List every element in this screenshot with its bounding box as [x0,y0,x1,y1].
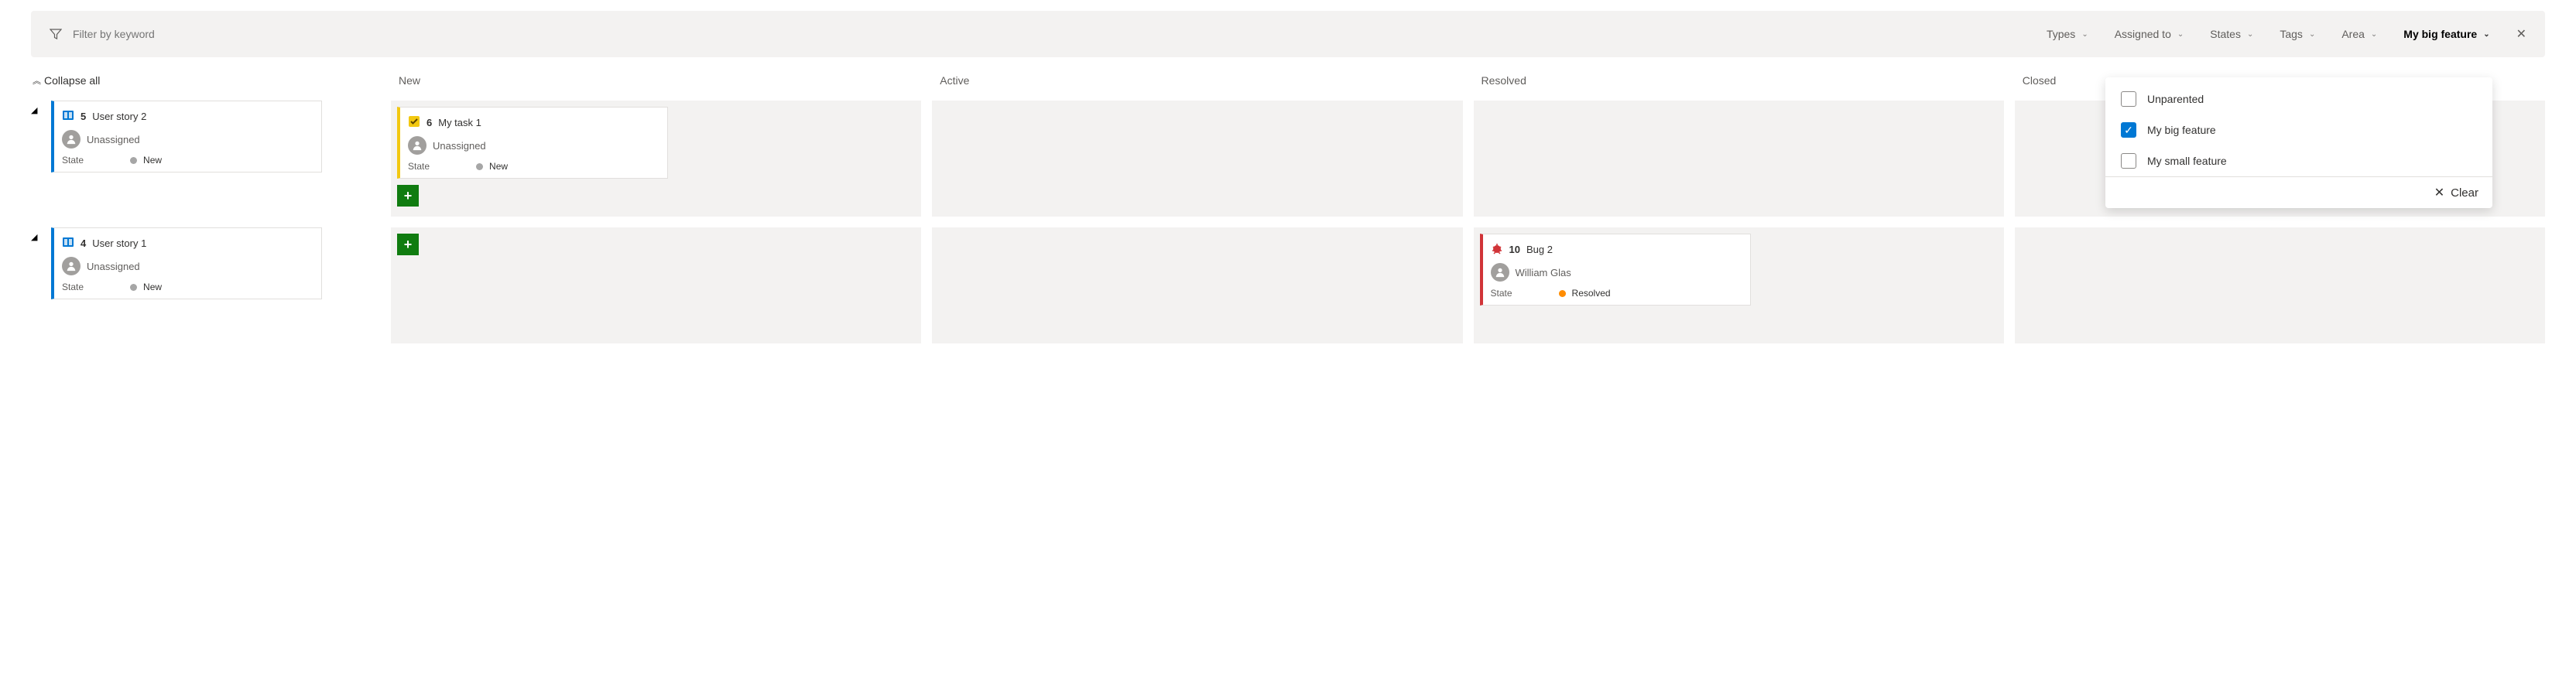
filter-icon [50,28,62,40]
popup-option-label: My big feature [2147,124,2216,136]
assignee-label: Unassigned [433,140,486,152]
state-field-label: State [62,155,84,166]
chevron-down-icon: ⌄ [2371,30,2377,39]
filter-types-label: Types [2047,28,2075,40]
filter-assigned-to-label: Assigned to [2115,28,2171,40]
filter-states-label: States [2210,28,2241,40]
state-field-label: State [1491,288,1512,299]
work-item-card[interactable]: 6 My task 1 UnassignedState New [397,107,668,179]
popup-option[interactable]: My small feature [2105,145,2492,176]
column-header-active: Active [932,74,1462,87]
avatar-icon [408,136,426,155]
board-cell[interactable]: 10 Bug 2 William Glas State Resolved [1474,227,2004,343]
parent-filter-popup: Unparented ✓ My big feature My small featur… [2105,77,2492,208]
clear-button[interactable]: ✕ Clear [2434,185,2478,200]
parent-card[interactable]: 5 User story 2 UnassignedState New [51,101,322,172]
work-item-title: User story 1 [92,237,146,249]
story-icon [62,109,74,124]
filter-area-label: Area [2341,28,2365,40]
filter-bar: Types ⌄ Assigned to ⌄ States ⌄ Tags ⌄ Ar… [31,11,2545,57]
popup-option-label: Unparented [2147,93,2204,105]
state-field-label: State [62,282,84,292]
popup-option[interactable]: ✓ My big feature [2105,114,2492,145]
story-icon [62,236,74,251]
board-cell[interactable]: 6 My task 1 UnassignedState New + [391,101,921,217]
board-cell[interactable] [932,101,1462,217]
assignee-label: William Glas [1516,267,1571,278]
filter-types[interactable]: Types ⌄ [2047,28,2088,40]
work-item-id: 4 [80,237,86,249]
state-dot-icon [130,157,137,164]
board-cell[interactable] [2015,227,2545,343]
popup-option[interactable]: Unparented [2105,84,2492,114]
checkbox[interactable] [2121,153,2136,169]
assignee-label: Unassigned [87,261,140,272]
column-header-new: New [391,74,921,87]
board-cell[interactable] [1474,101,2004,217]
chevron-down-icon: ⌄ [2309,30,2315,39]
state-value: New [130,155,162,166]
filter-input[interactable] [71,27,303,41]
state-value: Resolved [1559,288,1611,299]
board-cell[interactable] [932,227,1462,343]
lane-toggle[interactable]: ◢ [31,101,51,115]
filter-tags[interactable]: Tags ⌄ [2280,28,2315,40]
filter-assigned-to[interactable]: Assigned to ⌄ [2115,28,2184,40]
collapse-all-label: Collapse all [44,74,100,87]
close-filter-icon[interactable]: ✕ [2516,26,2526,42]
work-item-id: 10 [1509,244,1520,255]
assignee-label: Unassigned [87,134,140,145]
collapse-icon: ︽ [33,74,39,87]
add-card-button[interactable]: + [397,234,419,255]
checkbox[interactable]: ✓ [2121,122,2136,138]
state-value: New [476,161,508,172]
chevron-down-icon: ⌄ [2081,30,2088,39]
checkbox[interactable] [2121,91,2136,107]
filter-area[interactable]: Area ⌄ [2341,28,2377,40]
avatar-icon [62,130,80,149]
work-item-title: My task 1 [438,117,481,128]
state-dot-icon [1559,290,1566,297]
avatar-icon [1491,263,1509,282]
work-item-id: 6 [426,117,432,128]
chevron-down-icon: ⌄ [2483,30,2489,39]
filter-parent-feature-label: My big feature [2403,28,2477,40]
state-dot-icon [476,163,483,170]
filter-parent-feature[interactable]: My big feature ⌄ [2403,28,2489,40]
column-header-resolved: Resolved [1474,74,2004,87]
chevron-down-icon: ⌄ [2247,30,2253,39]
board-cell[interactable]: + [391,227,921,343]
work-item-id: 5 [80,111,86,122]
swimlane: ◢ 4User story 1 UnassignedStateNew+ 10Bu… [31,227,2545,343]
clear-label: Clear [2451,186,2478,200]
task-icon [408,115,420,130]
filter-states[interactable]: States ⌄ [2210,28,2253,40]
bug-icon [1491,242,1503,257]
parent-card[interactable]: 4 User story 1 UnassignedState New [51,227,322,299]
add-card-button[interactable]: + [397,185,419,207]
collapse-all-button[interactable]: ︽ Collapse all [31,74,391,87]
lane-toggle[interactable]: ◢ [31,227,51,242]
work-item-card[interactable]: 10 Bug 2 William Glas State Resolved [1480,234,1751,306]
state-field-label: State [408,161,430,172]
state-value: New [130,282,162,292]
filter-tags-label: Tags [2280,28,2303,40]
popup-option-label: My small feature [2147,155,2227,167]
chevron-down-icon: ⌄ [2177,30,2184,39]
work-item-title: User story 2 [92,111,146,122]
avatar-icon [62,257,80,275]
state-dot-icon [130,284,137,291]
work-item-title: Bug 2 [1526,244,1553,255]
close-icon: ✕ [2434,185,2444,200]
